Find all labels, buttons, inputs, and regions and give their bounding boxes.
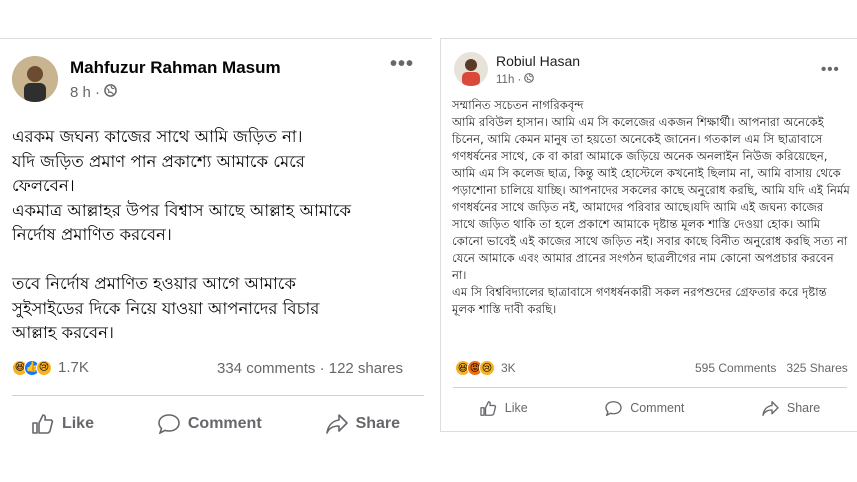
comments-count[interactable]: 595 Comments [695, 361, 776, 375]
share-icon [762, 400, 779, 416]
action-bar: Like Comment Share [441, 396, 857, 420]
share-button[interactable]: Share [762, 400, 821, 416]
author-name[interactable]: Robiul Hasan [496, 53, 580, 69]
post-stats: 595 Comments 325 Shares [695, 361, 848, 375]
reaction-count: 1.7K [58, 359, 89, 376]
reaction-count: 3K [501, 361, 516, 375]
reaction-summary[interactable]: 😆 👍 😢 1.7K [12, 359, 89, 376]
post-card-robiul: Robiul Hasan 11h · ••• সম্মানিত সচেতন না… [440, 38, 857, 432]
more-options-icon[interactable]: ••• [390, 53, 414, 76]
post-body: সম্মানিত সচেতন নাগরিকবৃন্দ আমি রবিউল হাস… [452, 98, 850, 316]
share-label: Share [786, 401, 821, 415]
divider [12, 395, 424, 396]
post-time-text: 8 h · [70, 84, 101, 101]
post-time[interactable]: 8 h · [70, 84, 117, 101]
comment-label: Comment [187, 415, 262, 432]
comment-icon [158, 414, 180, 434]
post-stats: 334 comments · 122 shares [217, 360, 403, 377]
post-card-mahfuzur: Mahfuzur Rahman Masum 8 h · ••• এরকম জঘন… [0, 38, 432, 451]
shares-count[interactable]: 122 shares [329, 360, 403, 377]
post-body: এরকম জঘন্য কাজের সাথে আমি জড়িত না। যদি … [12, 127, 351, 342]
shares-count[interactable]: 325 Shares [786, 361, 847, 375]
separator-dot: · [319, 360, 329, 377]
thumbs-up-icon [480, 400, 497, 416]
comments-count[interactable]: 334 comments [217, 360, 315, 377]
avatar[interactable] [12, 56, 58, 102]
action-bar: Like Comment Share [0, 409, 432, 439]
avatar[interactable] [454, 52, 488, 86]
post-time[interactable]: 11h · [496, 73, 535, 86]
comment-label: Comment [630, 401, 685, 415]
like-button[interactable]: Like [480, 400, 528, 416]
author-name[interactable]: Mahfuzur Rahman Masum [70, 58, 281, 78]
like-label: Like [504, 401, 528, 415]
share-button[interactable]: Share [325, 414, 401, 434]
sad-reaction-icon: 😢 [36, 359, 52, 376]
post-time-text: 11h · [496, 73, 522, 86]
share-label: Share [355, 415, 401, 432]
reaction-summary[interactable]: 😆 😡 😢 3K [455, 360, 516, 376]
like-label: Like [61, 415, 94, 432]
globe-icon [524, 73, 535, 86]
comment-button[interactable]: Comment [158, 414, 262, 434]
like-button[interactable]: Like [32, 414, 94, 434]
comment-button[interactable]: Comment [605, 400, 685, 416]
more-options-icon[interactable]: ••• [821, 61, 840, 78]
comment-icon [605, 400, 622, 416]
divider [453, 387, 847, 388]
share-icon [325, 414, 348, 434]
thumbs-up-icon [32, 414, 54, 434]
sad-reaction-icon: 😢 [479, 360, 495, 376]
globe-icon [104, 84, 117, 101]
